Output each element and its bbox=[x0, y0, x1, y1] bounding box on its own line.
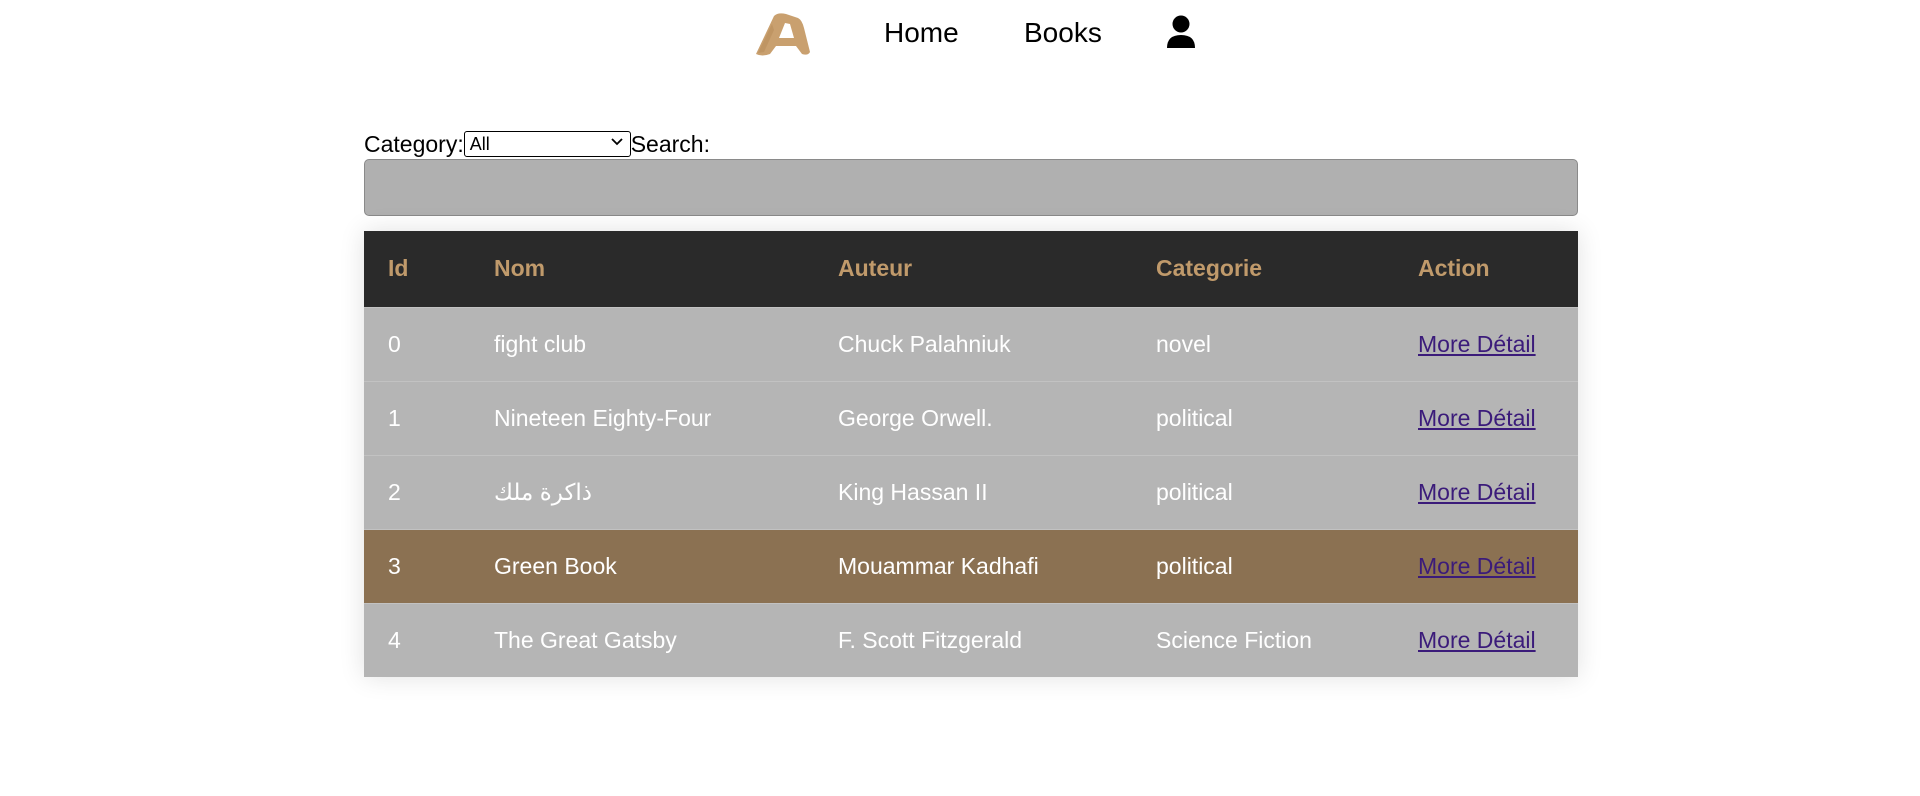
more-detail-link[interactable]: More Détail bbox=[1418, 405, 1536, 431]
search-label: Search: bbox=[630, 131, 710, 157]
cell-action: More Détail bbox=[1394, 455, 1578, 529]
cell-action: More Détail bbox=[1394, 307, 1578, 381]
cell-auteur: F. Scott Fitzgerald bbox=[838, 626, 1023, 653]
cell-nom: Green Book bbox=[494, 552, 617, 579]
cell-auteur: Chuck Palahniuk bbox=[838, 330, 1011, 357]
cell-categorie: political bbox=[1156, 552, 1233, 579]
header-auteur: Auteur bbox=[838, 255, 913, 282]
more-detail-link[interactable]: More Détail bbox=[1418, 627, 1536, 653]
cell-action: More Détail bbox=[1394, 529, 1578, 603]
nav-books-link[interactable]: Books bbox=[1024, 16, 1102, 50]
table-row: 1 Nineteen Eighty-Four George Orwell. po… bbox=[364, 381, 1578, 455]
cell-id: 1 bbox=[388, 404, 401, 431]
cell-categorie: political bbox=[1156, 404, 1233, 431]
table-header-row: Id Nom Auteur Categorie Action bbox=[364, 231, 1578, 307]
table-row: 0 fight club Chuck Palahniuk novel More … bbox=[364, 307, 1578, 381]
more-detail-link[interactable]: More Détail bbox=[1418, 331, 1536, 357]
table-row-highlighted: 3 Green Book Mouammar Kadhafi political … bbox=[364, 529, 1578, 603]
logo-a-icon[interactable] bbox=[752, 10, 816, 58]
chevron-down-icon bbox=[611, 138, 623, 146]
cell-nom: fight club bbox=[494, 330, 587, 357]
cell-nom: ذاكرة ملك bbox=[494, 478, 593, 505]
books-table: Id Nom Auteur Categorie Action 0 fight c… bbox=[364, 231, 1578, 677]
table-row: 4 The Great Gatsby F. Scott Fitzgerald S… bbox=[364, 603, 1578, 677]
cell-categorie: Science Fiction bbox=[1156, 626, 1312, 653]
search-input[interactable] bbox=[364, 159, 1578, 216]
table-row: 2 ذاكرة ملك King Hassan II political Mor… bbox=[364, 455, 1578, 529]
header-categorie: Categorie bbox=[1156, 255, 1263, 282]
cell-categorie: political bbox=[1156, 478, 1233, 505]
cell-id: 2 bbox=[388, 478, 401, 505]
filter-bar: Category: All Search: bbox=[364, 130, 1578, 158]
user-icon[interactable] bbox=[1166, 14, 1196, 50]
cell-auteur: Mouammar Kadhafi bbox=[838, 552, 1039, 579]
cell-action: More Détail bbox=[1394, 603, 1578, 677]
cell-categorie: novel bbox=[1156, 330, 1211, 357]
header-id: Id bbox=[388, 255, 409, 282]
category-label: Category: bbox=[364, 131, 464, 157]
cell-action: More Détail bbox=[1394, 381, 1578, 455]
category-select[interactable]: All bbox=[463, 131, 631, 157]
cell-id: 3 bbox=[388, 552, 401, 579]
category-selected-value: All bbox=[469, 134, 490, 154]
more-detail-link[interactable]: More Détail bbox=[1418, 553, 1536, 579]
nav-home-link[interactable]: Home bbox=[884, 16, 959, 50]
more-detail-link[interactable]: More Détail bbox=[1418, 479, 1536, 505]
cell-id: 4 bbox=[388, 626, 401, 653]
cell-id: 0 bbox=[388, 330, 401, 357]
cell-nom: The Great Gatsby bbox=[494, 626, 677, 653]
header-action: Action bbox=[1418, 255, 1490, 282]
cell-auteur: King Hassan II bbox=[838, 478, 988, 505]
cell-auteur: George Orwell. bbox=[838, 404, 993, 431]
navbar: Home Books bbox=[0, 0, 1920, 70]
cell-nom: Nineteen Eighty-Four bbox=[494, 404, 712, 431]
header-nom: Nom bbox=[494, 255, 546, 282]
